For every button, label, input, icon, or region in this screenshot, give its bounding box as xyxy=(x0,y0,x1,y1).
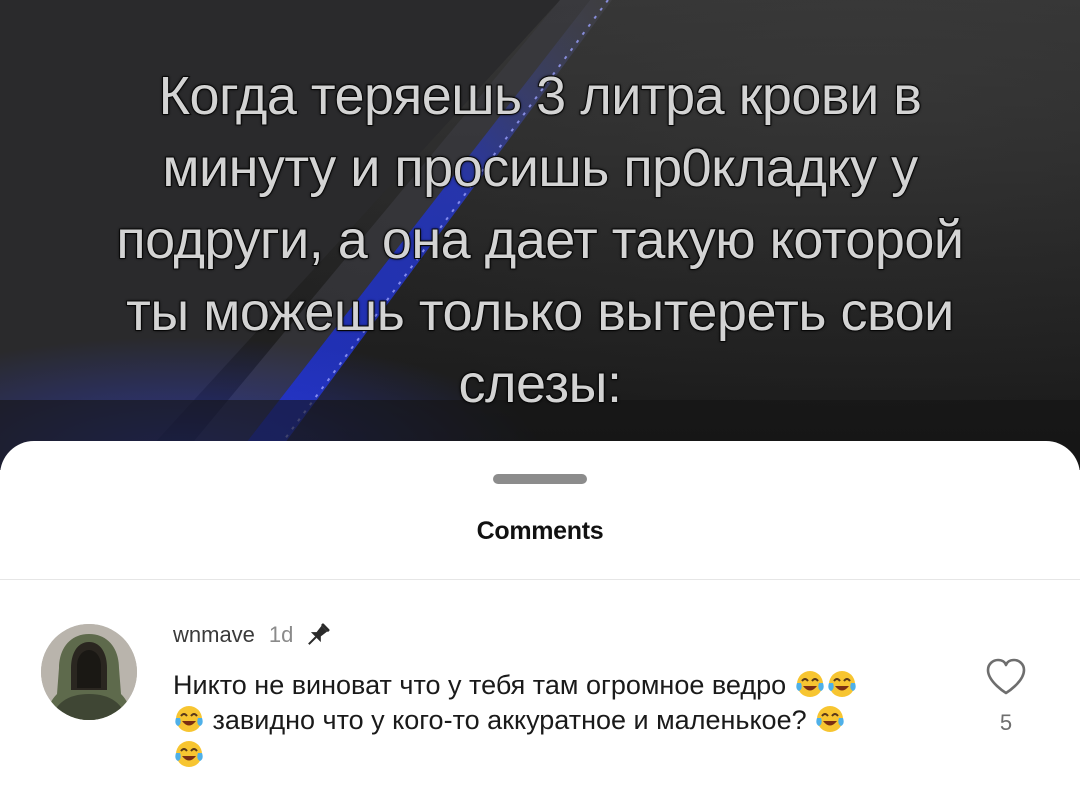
like-count: 5 xyxy=(999,710,1013,735)
comment-username[interactable]: wnmave xyxy=(173,622,255,648)
comments-sheet: Comments wnmave 1d Никто не виноват что … xyxy=(0,441,1080,788)
caption-line: минуту и просишь пр0кладку у xyxy=(161,137,919,199)
tears-of-joy-emoji-icon xyxy=(795,669,825,699)
tears-of-joy-emoji-icon xyxy=(827,669,857,699)
comment-text-part2: завидно что у кого-то аккуратное и мален… xyxy=(212,705,807,735)
comment-text: Никто не виноват что у тебя там огромное… xyxy=(173,668,933,773)
sheet-drag-handle[interactable] xyxy=(493,474,587,484)
heart-outline-icon[interactable] xyxy=(985,658,1027,696)
caption-line: слезы: xyxy=(458,353,623,415)
comment-text-part1: Никто не виноват что у тебя там огромное… xyxy=(173,670,787,700)
tears-of-joy-emoji-icon xyxy=(174,704,204,734)
comments-title: Comments xyxy=(476,517,604,545)
comment-item: wnmave 1d Никто не виноват что у тебя та… xyxy=(0,580,1080,788)
tears-of-joy-emoji-icon xyxy=(815,704,845,734)
screen: Когда теряешь 3 литра крови в минуту и п… xyxy=(0,0,1080,788)
video-player[interactable]: Когда теряешь 3 литра крови в минуту и п… xyxy=(0,0,1080,470)
tears-of-joy-emoji-icon xyxy=(174,739,204,769)
caption-line: Когда теряешь 3 литра крови в xyxy=(158,65,923,127)
like-button[interactable]: 5 xyxy=(984,658,1028,738)
comment-meta: wnmave 1d xyxy=(173,620,333,650)
comment-timestamp: 1d xyxy=(268,622,294,647)
caption-line: ты можешь только вытереть свои xyxy=(125,281,955,343)
avatar[interactable] xyxy=(41,624,137,720)
video-caption: Когда теряешь 3 литра крови в минуту и п… xyxy=(30,60,1050,420)
avatar-image xyxy=(41,624,137,720)
pin-icon xyxy=(303,620,333,650)
caption-line: подруги, а она дает такую которой xyxy=(115,209,965,271)
